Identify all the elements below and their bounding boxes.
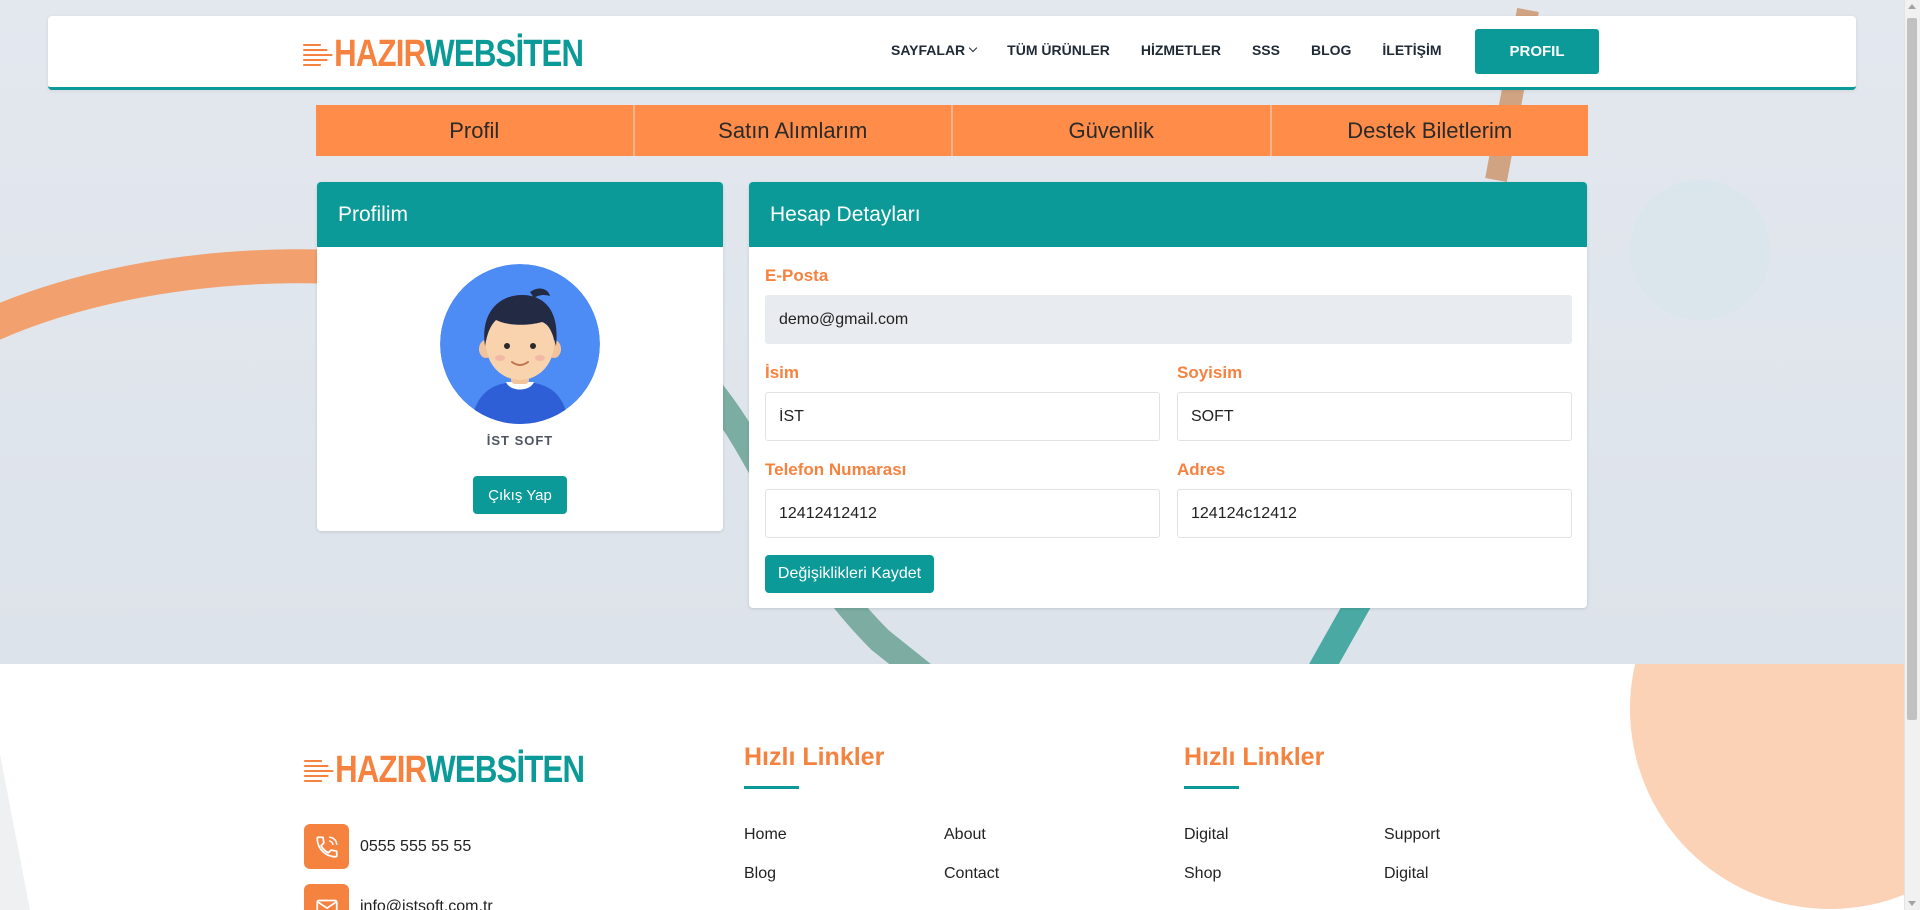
address-label: Adres xyxy=(1177,460,1226,479)
footer-phone[interactable]: 0555 555 55 55 xyxy=(304,824,471,869)
phone-field[interactable] xyxy=(765,489,1160,538)
footer-col1-title: Hızlı Linkler xyxy=(744,743,885,771)
account-details-card: Hesap Detayları E-Posta İsim Soyisim Tel… xyxy=(749,182,1587,608)
brand-part1: HAZIR xyxy=(334,33,426,75)
brand-part1: HAZIR xyxy=(335,749,427,791)
tab-satin-alimlarim[interactable]: Satın Alımlarım xyxy=(635,105,953,156)
user-display-name: İST SOFT xyxy=(486,433,554,448)
nav-item-sayfalar[interactable]: SAYFALAR xyxy=(891,42,978,58)
brand-part2: WEBSİTEN xyxy=(426,749,585,791)
mail-icon xyxy=(304,884,349,910)
speed-lines-icon xyxy=(304,759,334,782)
brand-part2: WEBSİTEN xyxy=(425,33,584,75)
phone-icon xyxy=(304,824,349,869)
tab-destek-biletlerim[interactable]: Destek Biletlerim xyxy=(1272,105,1589,156)
profile-card-title: Profilim xyxy=(317,182,723,247)
nav-item-hizmetler[interactable]: HİZMETLER xyxy=(1141,42,1221,58)
avatar xyxy=(440,264,600,424)
footer-col1-underline xyxy=(744,786,799,789)
first-name-label: İsim xyxy=(765,363,800,382)
nav-item-blog[interactable]: BLOG xyxy=(1311,42,1351,58)
avatar-illustration xyxy=(440,264,600,424)
site-header: HAZIR WEBSİTEN SAYFALAR TÜM ÜRÜNLER HİZM… xyxy=(48,16,1856,90)
profile-card: Profilim İST SOFT Çıkış Yap xyxy=(317,182,723,531)
footer-link[interactable]: Shop xyxy=(1184,865,1221,883)
nav-item-sss[interactable]: SSS xyxy=(1252,42,1280,58)
last-name-field[interactable] xyxy=(1177,392,1572,441)
footer-phone-text: 0555 555 55 55 xyxy=(360,837,472,855)
nav-item-label: SAYFALAR xyxy=(891,42,966,58)
main-nav: SAYFALAR TÜM ÜRÜNLER HİZMETLER SSS BLOG … xyxy=(891,42,1473,58)
footer-link[interactable]: Home xyxy=(744,826,787,844)
scrollbar-thumb[interactable] xyxy=(1907,18,1917,720)
chevron-down-icon xyxy=(968,43,978,53)
footer-brand-logo[interactable]: HAZIR WEBSİTEN xyxy=(304,749,585,792)
footer-link[interactable]: Digital xyxy=(1184,826,1228,844)
footer-link[interactable]: About xyxy=(944,826,986,844)
site-footer: HAZIR WEBSİTEN 0555 555 55 55 info@istso… xyxy=(0,664,1904,910)
footer-link[interactable]: Digital xyxy=(1384,865,1428,883)
scroll-up-arrow-icon[interactable] xyxy=(1908,4,1916,9)
account-card-title: Hesap Detayları xyxy=(749,182,1587,247)
account-tabs: Profil Satın Alımlarım Güvenlik Destek B… xyxy=(316,105,1588,156)
tab-guvenlik[interactable]: Güvenlik xyxy=(953,105,1272,156)
footer-link[interactable]: Support xyxy=(1384,826,1440,844)
speed-lines-icon xyxy=(303,43,333,66)
tab-profil[interactable]: Profil xyxy=(316,105,635,156)
phone-label: Telefon Numarası xyxy=(765,460,907,479)
nav-item-iletisim[interactable]: İLETİŞİM xyxy=(1382,42,1441,58)
scroll-down-arrow-icon[interactable] xyxy=(1908,901,1916,906)
footer-col2-underline xyxy=(1184,786,1239,789)
page-scrollbar[interactable] xyxy=(1904,0,1920,910)
footer-email[interactable]: info@istsoft.com.tr xyxy=(304,884,493,910)
footer-email-text: info@istsoft.com.tr xyxy=(360,897,493,910)
brand-logo[interactable]: HAZIR WEBSİTEN xyxy=(303,33,584,76)
email-field[interactable] xyxy=(765,295,1572,344)
last-name-label: Soyisim xyxy=(1177,363,1243,382)
nav-item-tum-urunler[interactable]: TÜM ÜRÜNLER xyxy=(1007,42,1110,58)
footer-col2-title: Hızlı Linkler xyxy=(1184,743,1325,771)
footer-link[interactable]: Blog xyxy=(744,865,776,883)
address-field[interactable] xyxy=(1177,489,1572,538)
footer-link[interactable]: Contact xyxy=(944,865,999,883)
logout-button[interactable]: Çıkış Yap xyxy=(473,476,567,514)
email-label: E-Posta xyxy=(765,266,829,285)
save-changes-button[interactable]: Değişiklikleri Kaydet xyxy=(765,555,934,593)
profile-button[interactable]: PROFIL xyxy=(1475,29,1599,74)
first-name-field[interactable] xyxy=(765,392,1160,441)
